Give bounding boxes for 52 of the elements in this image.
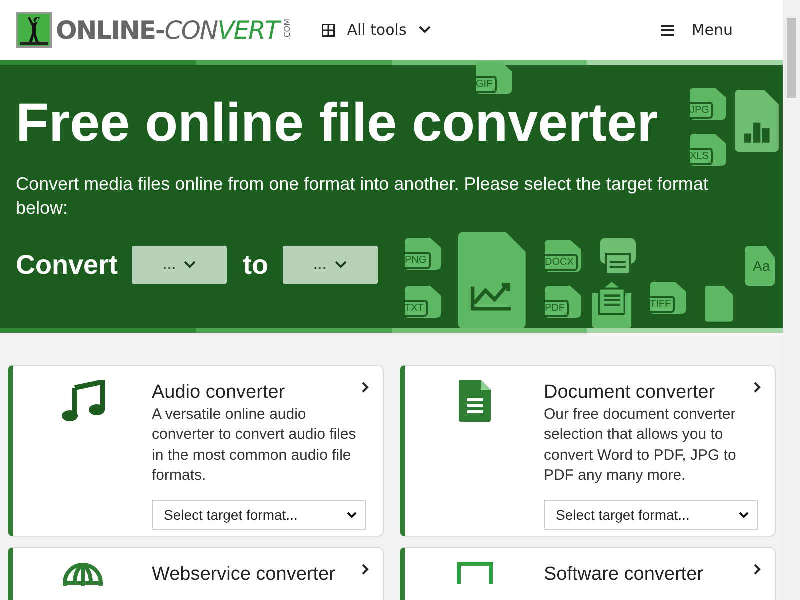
file-format-icon: JPG (690, 88, 726, 120)
card-title: Software converter (544, 564, 704, 586)
grid-icon (322, 24, 336, 36)
line-chart-file-icon (458, 232, 526, 329)
chevron-right-icon[interactable] (362, 382, 369, 393)
chevron-down-icon (334, 261, 347, 269)
file-format-icon: TXT (405, 286, 441, 318)
source-format-select[interactable]: ... (132, 246, 228, 284)
file-format-icon: XLS (690, 134, 726, 166)
converter-card[interactable]: Document converter Our free document converter selection that allows you to convert Word to PDF, JPG to PDF any many more. Select target format... (400, 365, 776, 537)
target-format-select[interactable]: ... (282, 246, 378, 284)
target-format-select[interactable]: Select target format... (152, 500, 366, 530)
logo-suffix: .COM (283, 19, 292, 41)
converter-card[interactable]: Software converter (400, 547, 776, 600)
card-description: A versatile online audio converter to convert audio files in the most common audio file formats. (152, 405, 358, 486)
document-icon (458, 380, 490, 422)
file-format-icon: DOCX (545, 240, 581, 272)
converter-card[interactable]: Webservice converter (8, 547, 384, 600)
file-format-icon: PDF (545, 286, 581, 318)
file-format-icon: TIFF (650, 282, 686, 314)
envelope-icon (590, 282, 634, 328)
chevron-right-icon[interactable] (754, 564, 761, 575)
hero-subtitle: Convert media files online from one format into another. Please select the target format below: (16, 173, 710, 220)
card-title: Webservice converter (152, 564, 336, 586)
bar-chart-file-icon (735, 90, 779, 152)
all-tools-button[interactable]: All tools (316, 20, 437, 40)
logo-wordmark[interactable]: ONLINE-CONVERT (56, 16, 280, 44)
menu-button[interactable]: Menu (654, 20, 739, 40)
convert-label: Convert (16, 250, 118, 280)
file-icon (705, 286, 733, 322)
converter-card[interactable]: Audio converter A versatile online audio converter to convert audio files in the most common audio file formats. Select target format... (8, 365, 384, 537)
file-format-icon: PNG (405, 238, 441, 270)
menu-icon (660, 24, 674, 36)
chevron-down-icon (739, 512, 749, 519)
hero-title: Free online file converter (16, 94, 658, 152)
card-description: Our free document converter selection that allows you to convert Word to PDF, JPG to PDF any many more. (544, 405, 738, 486)
chevron-right-icon[interactable] (362, 564, 369, 575)
file-format-icon: Aa (745, 246, 775, 286)
chevron-down-icon (418, 26, 431, 34)
printer-icon (600, 238, 636, 276)
card-title: Document converter (544, 382, 716, 404)
file-format-icon: GIF (476, 62, 512, 94)
to-label: to (243, 250, 268, 280)
card-title: Audio converter (152, 382, 286, 404)
chevron-down-icon (347, 512, 357, 519)
globe-icon (62, 562, 104, 586)
monitor-icon (456, 562, 492, 584)
chevron-down-icon (184, 261, 196, 269)
logo-icon[interactable] (16, 12, 52, 48)
chevron-right-icon[interactable] (754, 382, 761, 393)
target-format-select[interactable]: Select target format... (544, 500, 758, 530)
music-note-icon (60, 380, 104, 424)
